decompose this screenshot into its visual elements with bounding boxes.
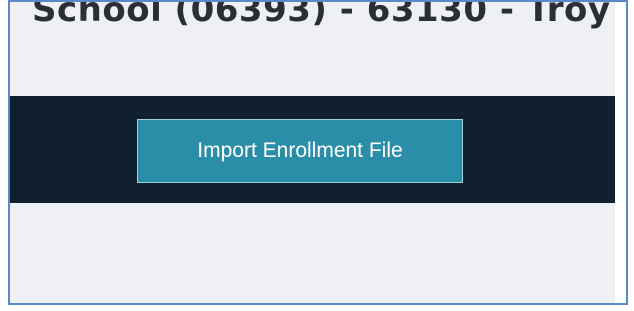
- page-title: School (06393) - 63130 - Troy Sch: [32, 0, 628, 30]
- action-bar: Import Enrollment File: [10, 96, 615, 203]
- screenshot-frame: School (06393) - 63130 - Troy Sch Import…: [8, 0, 628, 305]
- right-gutter: [615, 2, 626, 303]
- import-enrollment-file-button[interactable]: Import Enrollment File: [137, 119, 463, 183]
